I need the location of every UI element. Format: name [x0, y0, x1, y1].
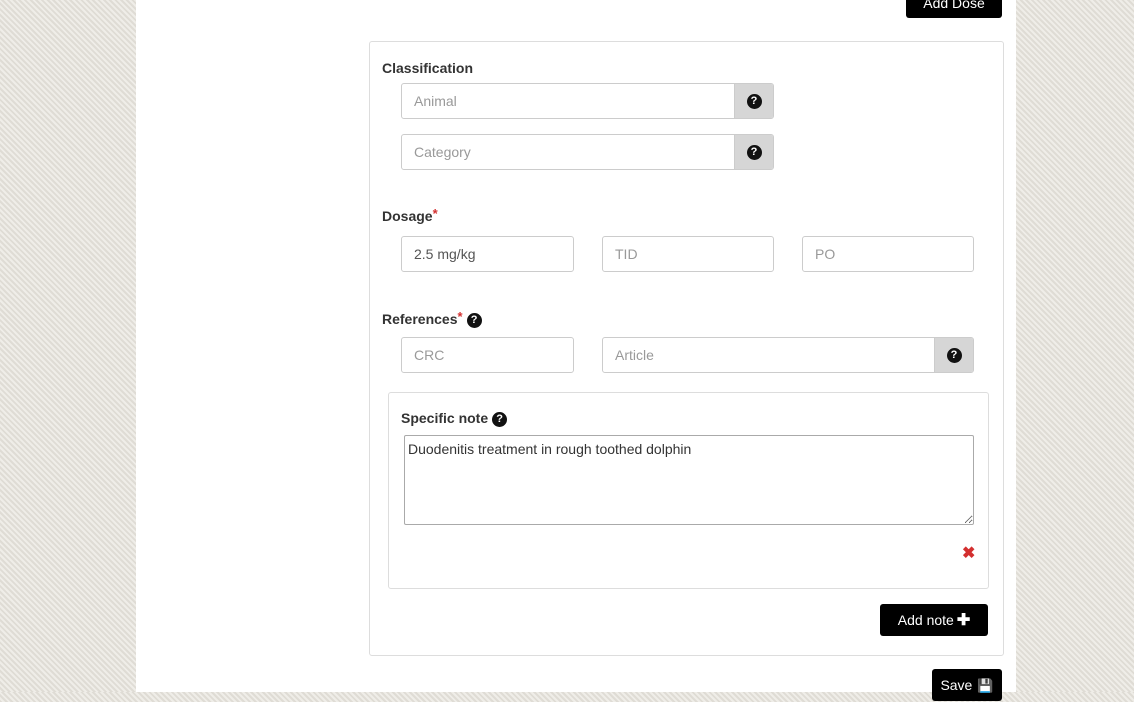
animal-input[interactable]	[402, 84, 734, 118]
plus-icon: ✚	[956, 612, 971, 629]
dosage-label: Dosage*	[382, 206, 438, 224]
specific-note-textarea[interactable]: Duodenitis treatment in rough toothed do…	[404, 435, 974, 525]
dosage-amount-input[interactable]	[402, 237, 573, 271]
animal-field: ?	[401, 83, 774, 119]
category-field: ?	[401, 134, 774, 170]
specific-note-help-icon[interactable]: ?	[492, 411, 508, 427]
required-marker: *	[432, 206, 438, 221]
add-note-button[interactable]: Add note ✚	[880, 604, 988, 636]
article-help-button[interactable]: ?	[934, 338, 973, 372]
specific-note-label: Specific note?	[401, 410, 508, 427]
help-icon: ?	[746, 144, 762, 160]
save-button[interactable]: Save 💾	[932, 669, 1002, 701]
article-input[interactable]	[603, 338, 934, 372]
save-icon: 💾	[977, 678, 994, 693]
category-help-button[interactable]: ?	[734, 135, 773, 169]
animal-help-button[interactable]: ?	[734, 84, 773, 118]
dosage-route-field: ?	[802, 236, 974, 272]
references-help-icon[interactable]: ?	[466, 312, 482, 328]
dosage-frequency-input[interactable]	[603, 237, 773, 271]
required-marker: *	[457, 309, 463, 324]
dosage-route-input[interactable]	[803, 237, 973, 271]
crc-input[interactable]	[402, 338, 573, 372]
crc-field: ?	[401, 337, 574, 373]
help-icon: ?	[746, 93, 762, 109]
remove-note-icon[interactable]: ✖	[962, 543, 975, 563]
dosage-amount-field: ?	[401, 236, 574, 272]
category-input[interactable]	[402, 135, 734, 169]
add-dose-button[interactable]: Add Dose	[906, 0, 1002, 18]
classification-label: Classification	[382, 60, 474, 76]
help-icon: ?	[946, 347, 962, 363]
references-label: References*?	[382, 309, 482, 328]
article-field: ?	[602, 337, 974, 373]
dosage-frequency-field: ?	[602, 236, 774, 272]
